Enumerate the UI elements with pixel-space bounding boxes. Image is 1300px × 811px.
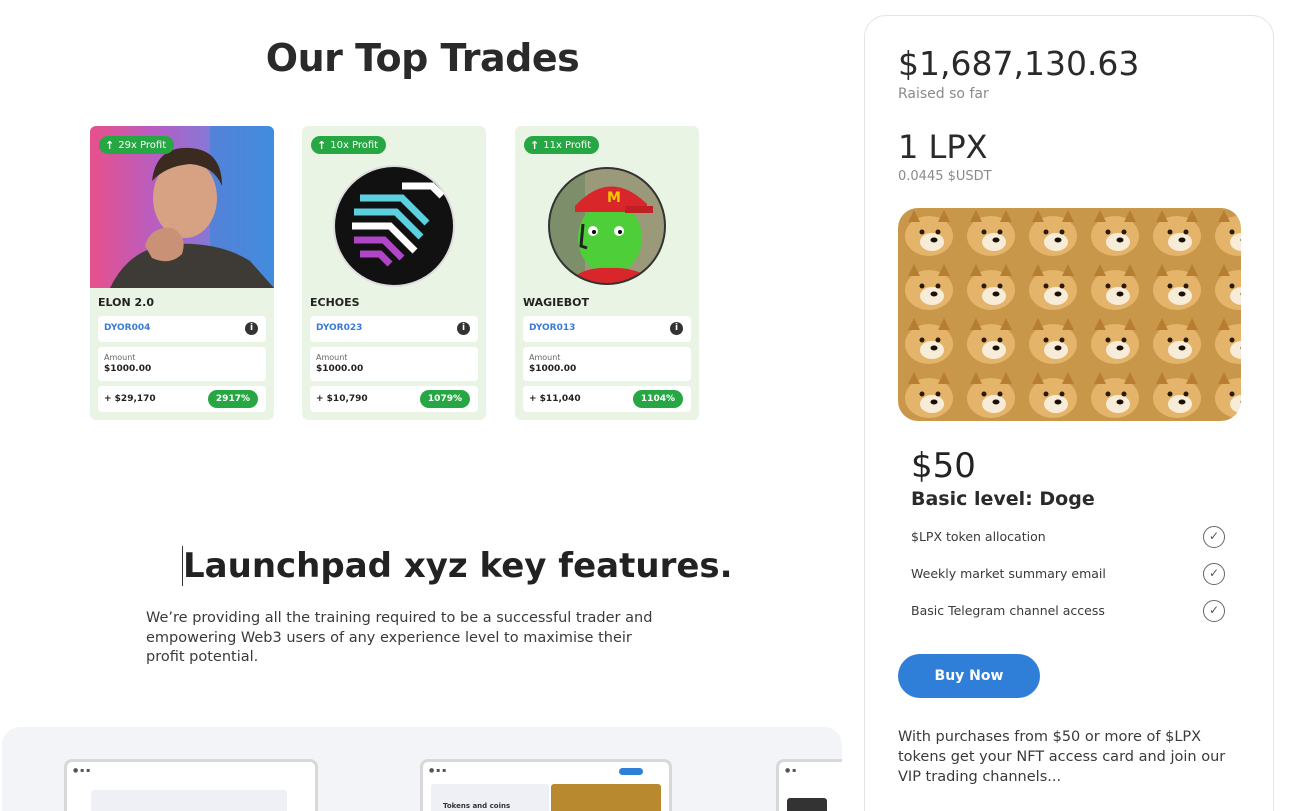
- gain-row: + $10,790 1079%: [310, 386, 478, 412]
- code-row: DYOR004 i: [98, 316, 266, 342]
- mini-card: Tokens and coins: [431, 784, 549, 811]
- gain-value: + $11,040: [529, 394, 581, 404]
- amount-label: Amount: [529, 353, 561, 362]
- code-row: DYOR013 i: [523, 316, 691, 342]
- gain-value: + $29,170: [104, 394, 156, 404]
- benefit-item: Weekly market summary email: [911, 566, 1106, 581]
- info-icon[interactable]: i: [457, 322, 470, 335]
- percent-badge: 1079%: [419, 390, 470, 408]
- trade-code: DYOR004: [104, 323, 151, 333]
- mini-card-label: Tokens and coins: [443, 802, 511, 810]
- arrow-up-icon: ↑: [317, 138, 327, 152]
- top-trades-title: Our Top Trades: [265, 36, 580, 80]
- buy-now-button[interactable]: Buy Now: [898, 654, 1040, 698]
- arrow-up-icon: ↑: [530, 138, 540, 152]
- mini-topbar: ● ▪ ▪: [73, 767, 91, 774]
- doge-image: [898, 208, 1241, 421]
- amount-row: Amount $1000.00: [98, 347, 266, 381]
- amount-row: Amount $1000.00: [523, 347, 691, 381]
- benefit-item: Basic Telegram channel access: [911, 603, 1105, 618]
- mini-content: [91, 790, 287, 811]
- trade-card-elon[interactable]: ↑ 29x Profit ELON 2.0 DYOR004 i Amount $…: [90, 126, 274, 420]
- gain-value: + $10,790: [316, 394, 368, 404]
- card-title: WAGIEBOT: [523, 296, 590, 309]
- check-icon: ✓: [1203, 526, 1225, 548]
- mini-dark-block: [787, 798, 827, 811]
- amount-label: Amount: [104, 353, 136, 362]
- arrow-up-icon: ↑: [105, 138, 115, 152]
- features-description: We’re providing all the training require…: [146, 610, 653, 665]
- trade-card-echoes[interactable]: ↑ 10x Profit ECHOES DYOR023 i Amount $10…: [302, 126, 486, 420]
- amount-value: $1000.00: [104, 364, 152, 374]
- app-preview-strip: ● ▪ ▪ ● ▪ ▪ Tokens and coins ● ▪: [2, 727, 842, 811]
- app-screenshot[interactable]: ● ▪ ▪ Tokens and coins: [420, 759, 672, 811]
- tier-name: Basic level: Doge: [911, 488, 1095, 510]
- amount-label: Amount: [316, 353, 348, 362]
- amount-row: Amount $1000.00: [310, 347, 478, 381]
- token-price: 0.0445 $USDT: [898, 169, 992, 184]
- check-icon: ✓: [1203, 600, 1225, 622]
- percent-badge: 1104%: [632, 390, 683, 408]
- app-screenshot[interactable]: ● ▪ ▪: [64, 759, 318, 811]
- profit-badge: ↑ 10x Profit: [311, 136, 387, 154]
- purchase-note: With purchases from $50 or more of $LPX …: [898, 729, 1226, 785]
- tier-price: $50: [911, 446, 976, 486]
- presale-panel: $1,687,130.63 Raised so far 1 LPX 0.0445…: [864, 15, 1274, 811]
- amount-value: $1000.00: [529, 364, 577, 374]
- raised-amount: $1,687,130.63: [898, 44, 1140, 83]
- svg-text:M: M: [607, 190, 621, 206]
- trade-card-wagiebot[interactable]: M ↑ 11x Profit WAGIEBOT DYOR013 i Amount…: [515, 126, 699, 420]
- benefit-item: $LPX token allocation: [911, 529, 1046, 544]
- gain-row: + $11,040 1104%: [523, 386, 691, 412]
- info-icon[interactable]: i: [670, 322, 683, 335]
- raised-label: Raised so far: [898, 86, 989, 102]
- features-title: Launchpad xyz key features.: [182, 546, 733, 586]
- token-rate: 1 LPX: [898, 128, 988, 166]
- trade-code: DYOR013: [529, 323, 576, 333]
- percent-badge: 2917%: [207, 390, 258, 408]
- code-row: DYOR023 i: [310, 316, 478, 342]
- trade-code: DYOR023: [316, 323, 363, 333]
- card-title: ELON 2.0: [98, 296, 155, 309]
- card-title: ECHOES: [310, 296, 360, 309]
- mini-topbar: ● ▪: [785, 767, 797, 774]
- info-icon[interactable]: i: [245, 322, 258, 335]
- amount-value: $1000.00: [316, 364, 364, 374]
- mini-button: [619, 768, 643, 775]
- check-icon: ✓: [1203, 563, 1225, 585]
- app-screenshot[interactable]: ● ▪: [776, 759, 842, 811]
- coins-image: [551, 784, 661, 811]
- profit-badge: ↑ 29x Profit: [99, 136, 175, 154]
- mini-topbar: ● ▪ ▪: [429, 767, 447, 774]
- profit-badge: ↑ 11x Profit: [524, 136, 600, 154]
- gain-row: + $29,170 2917%: [98, 386, 266, 412]
